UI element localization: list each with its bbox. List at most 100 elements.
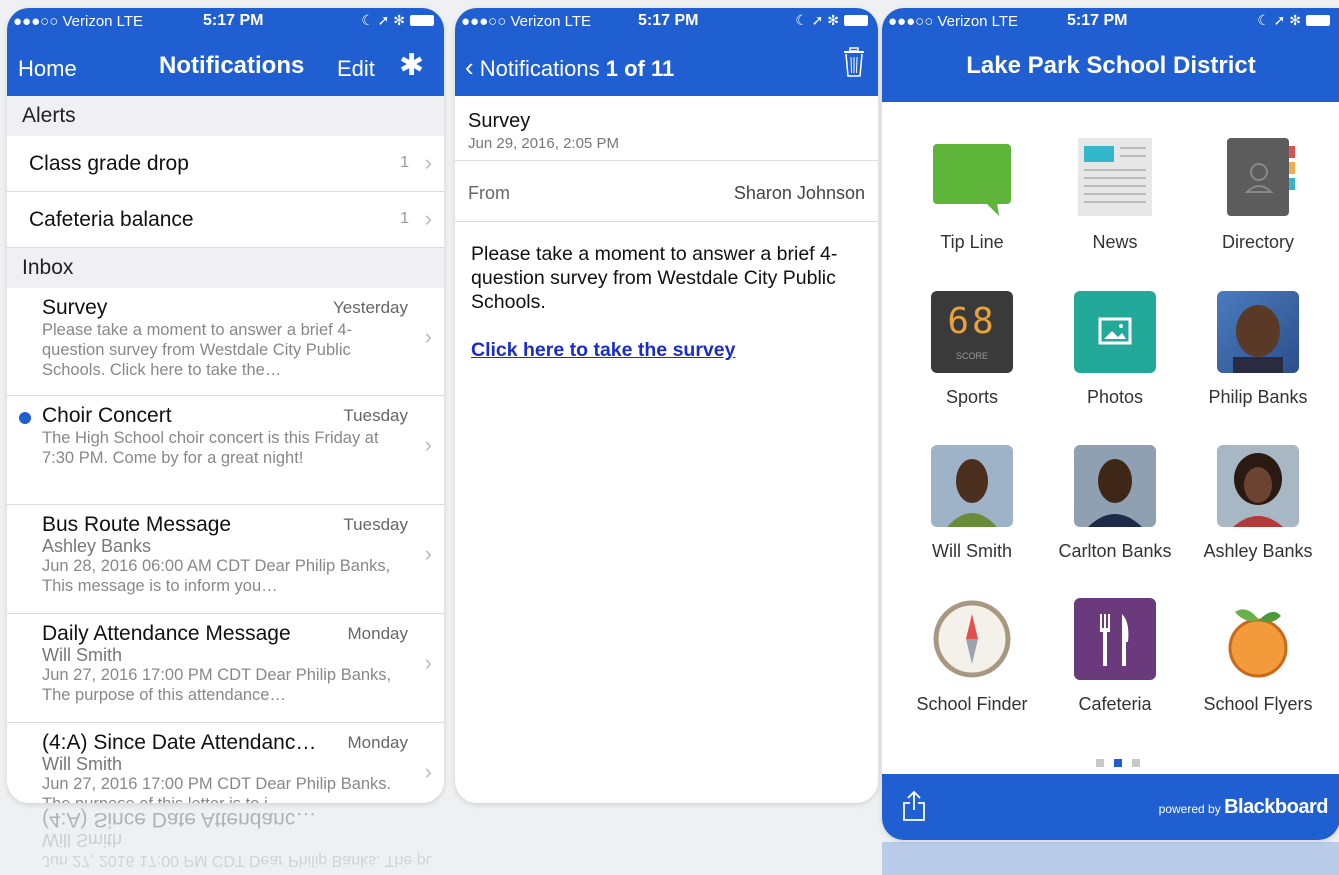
app-home-screen: ●●●○○ Verizon LTE 5:17 PM ☾ ➚ ✻ Lake Par… <box>882 8 1339 840</box>
powered-by: powered by Blackboard <box>1158 796 1329 818</box>
home-button[interactable]: Home <box>18 56 77 82</box>
page-title: Notifications <box>159 52 305 79</box>
item-day: Tuesday <box>343 515 408 534</box>
status-bar: ●●●○○ Verizon LTE 5:17 PM ☾ ➚ ✻ <box>882 8 1339 34</box>
item-sender: Ashley Banks <box>42 536 152 556</box>
inbox-item-since-date[interactable]: (4:A) Since Date Attendanc… Monday Will … <box>7 723 444 803</box>
item-preview: Jun 28, 2016 06:00 AM CDT Dear Philip Ba… <box>42 557 391 595</box>
tile-label: Directory <box>1221 232 1294 252</box>
page-dot <box>1096 759 1104 767</box>
address-book-icon <box>1217 136 1299 218</box>
item-preview: Please take a moment to answer a brief 4… <box>42 321 352 379</box>
tile-ashley-banks[interactable]: Ashley Banks <box>1183 445 1333 562</box>
alert-row-grade[interactable]: Class grade drop 1 › <box>7 136 444 192</box>
chevron-right-icon: › <box>424 324 432 349</box>
scoreboard-icon: 68 SCORE <box>931 291 1013 373</box>
item-day: Monday <box>347 624 408 643</box>
carrier-label: ●●●○○ Verizon LTE <box>13 13 144 30</box>
trash-icon[interactable] <box>842 46 866 83</box>
clock: 5:17 PM <box>1067 12 1128 29</box>
tile-directory[interactable]: Directory <box>1183 136 1333 253</box>
tile-school-flyers[interactable]: School Flyers <box>1183 598 1333 715</box>
tile-label: Tip Line <box>940 232 1004 252</box>
inbox-header: Inbox <box>7 248 444 288</box>
item-day: Tuesday <box>343 406 408 425</box>
clock: 5:17 PM <box>638 12 699 29</box>
tile-will-smith[interactable]: Will Smith <box>897 445 1047 562</box>
carrier-label: ●●●○○ Verizon LTE <box>461 13 592 30</box>
inbox-item-choir[interactable]: Choir Concert Tuesday The High School ch… <box>7 396 444 505</box>
tile-news[interactable]: News <box>1040 136 1190 253</box>
tile-cafeteria[interactable]: Cafeteria <box>1040 598 1190 715</box>
message-date: Jun 29, 2016, 2:05 PM <box>468 135 619 152</box>
tile-label: School Finder <box>916 694 1028 714</box>
status-bar: ●●●○○ Verizon LTE 5:17 PM ☾ ➚ ✻ <box>455 8 878 34</box>
newspaper-icon <box>1074 136 1156 218</box>
tile-label: School Flyers <box>1203 694 1313 714</box>
tile-label: News <box>1092 232 1138 252</box>
tile-label: Ashley Banks <box>1203 541 1313 561</box>
footer-bar: powered by Blackboard <box>882 774 1339 840</box>
page-dot <box>1132 759 1140 767</box>
item-preview: Jun 27, 2016 17:00 PM CDT Dear Philip Ba… <box>42 666 392 704</box>
item-preview: The High School choir concert is this Fr… <box>42 429 379 467</box>
tile-label: Photos <box>1086 387 1144 407</box>
clock: 5:17 PM <box>203 12 264 29</box>
back-button[interactable]: ‹ Notifications 1 of 11 <box>465 52 674 83</box>
chevron-right-icon: › <box>424 150 432 175</box>
tile-philip-banks[interactable]: Philip Banks <box>1183 291 1333 408</box>
alert-count: 1 <box>400 210 409 227</box>
tile-school-finder[interactable]: School Finder <box>897 598 1047 715</box>
avatar <box>931 445 1013 527</box>
message-header: Survey Jun 29, 2016, 2:05 PM <box>455 96 878 161</box>
chevron-left-icon: ‹ <box>465 52 474 82</box>
chevron-right-icon: › <box>424 206 432 231</box>
back-label: Notifications <box>479 56 600 81</box>
alert-row-cafeteria[interactable]: Cafeteria balance 1 › <box>7 192 444 248</box>
item-day: Monday <box>347 733 408 752</box>
item-preview: Jun 27, 2016 17:00 PM CDT Dear Philip Ba… <box>42 775 392 803</box>
alerts-header: Alerts <box>7 96 444 136</box>
avatar <box>1217 445 1299 527</box>
page-indicator[interactable] <box>1096 759 1140 767</box>
inbox-item-bus[interactable]: Bus Route Message Tuesday Ashley Banks J… <box>7 505 444 614</box>
blackboard-logo: Blackboard <box>1224 796 1328 818</box>
message-text: Please take a moment to answer a brief 4… <box>471 243 838 313</box>
photo-icon <box>1074 291 1156 373</box>
peach-icon <box>1217 598 1299 680</box>
message-body: Please take a moment to answer a brief 4… <box>455 222 878 382</box>
tile-label: Carlton Banks <box>1058 541 1172 561</box>
inbox-item-attendance[interactable]: Daily Attendance Message Monday Will Smi… <box>7 614 444 723</box>
nav-bar: ‹ Notifications 1 of 11 <box>455 34 878 96</box>
share-icon[interactable] <box>902 790 926 827</box>
notification-detail-screen: ●●●○○ Verizon LTE 5:17 PM ☾ ➚ ✻ ‹ Notifi… <box>455 8 878 803</box>
page-dot-active <box>1114 759 1122 767</box>
inbox-item-survey[interactable]: Survey Yesterday Please take a moment to… <box>7 288 444 396</box>
edit-button[interactable]: Edit <box>337 56 375 82</box>
survey-link[interactable]: Click here to take the survey <box>471 338 862 362</box>
carrier-label: ●●●○○ Verizon LTE <box>888 13 1019 30</box>
compass-icon <box>931 598 1013 680</box>
avatar <box>1074 445 1156 527</box>
page-title: Lake Park School District <box>966 52 1256 79</box>
reflection <box>882 842 1339 875</box>
from-value: Sharon Johnson <box>733 183 865 203</box>
chevron-right-icon: › <box>424 541 432 566</box>
tile-sports[interactable]: 68 SCORE Sports <box>897 291 1047 408</box>
header-bar: ●●●○○ Verizon LTE 5:17 PM ☾ ➚ ✻ ‹ Notifi… <box>455 8 878 96</box>
chevron-right-icon: › <box>424 650 432 675</box>
message-subject: Survey <box>468 110 531 132</box>
tile-label: Sports <box>945 387 999 407</box>
status-icons: ☾ ➚ ✻ <box>795 12 868 29</box>
alert-label: Cafeteria balance <box>29 208 194 231</box>
battery-icon <box>1306 15 1330 26</box>
gear-icon[interactable]: ✱ <box>399 48 424 83</box>
tile-photos[interactable]: Photos <box>1040 291 1190 408</box>
nav-bar: Home Notifications Edit ✱ <box>7 34 444 96</box>
message-counter: 1 of 11 <box>605 56 675 81</box>
unread-dot-icon <box>19 412 31 424</box>
header-bar: ●●●○○ Verizon LTE 5:17 PM ☾ ➚ ✻ Lake Par… <box>882 8 1339 102</box>
header-bar: ●●●○○ Verizon LTE 5:17 PM ☾ ➚ ✻ Home Not… <box>7 8 444 96</box>
tile-tip-line[interactable]: Tip Line <box>897 136 1047 253</box>
tile-carlton-banks[interactable]: Carlton Banks <box>1040 445 1190 562</box>
